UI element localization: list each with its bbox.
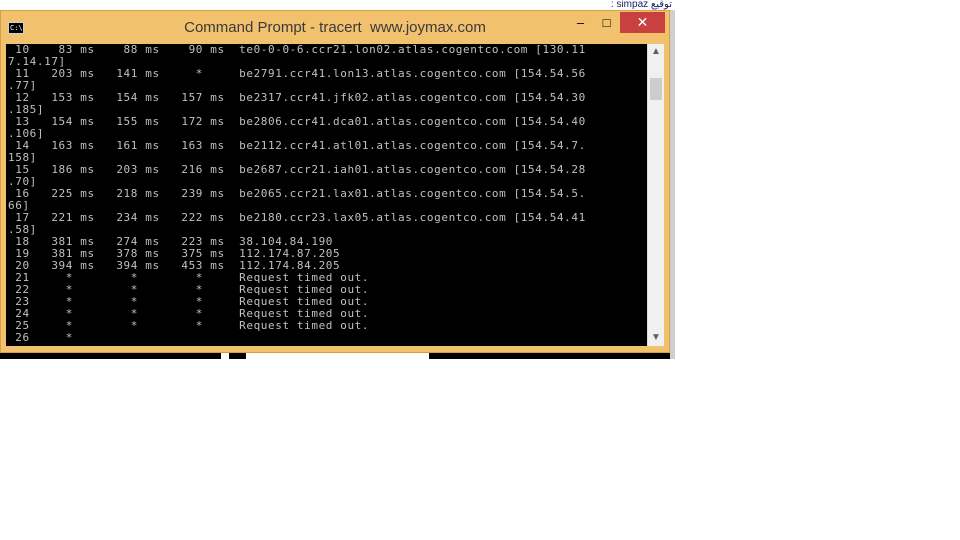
console-text: 10 83 ms 88 ms 90 ms te0-0-0-6.ccr21.lon… (6, 44, 647, 344)
background-edge (670, 10, 675, 359)
console-line: 10 83 ms 88 ms 90 ms te0-0-0-6.ccr21.lon… (15, 44, 586, 56)
console-output[interactable]: 10 83 ms 88 ms 90 ms te0-0-0-6.ccr21.lon… (6, 44, 647, 346)
scroll-thumb[interactable] (650, 78, 662, 100)
console-line: 12 153 ms 154 ms 157 ms be2317.ccr41.jfk… (15, 91, 586, 104)
console-line: 17 221 ms 234 ms 222 ms be2180.ccr23.lax… (15, 211, 586, 224)
scroll-down-arrow-icon[interactable]: ▼ (648, 330, 664, 346)
command-prompt-window[interactable]: C:\. Command Prompt - tracert www.joymax… (0, 10, 670, 353)
console-line: 11 203 ms 141 ms * be2791.ccr41.lon13.at… (15, 67, 586, 80)
console-line: 14 163 ms 161 ms 163 ms be2112.ccr41.atl… (15, 139, 586, 152)
console-line: 13 154 ms 155 ms 172 ms be2806.ccr41.dca… (15, 115, 586, 128)
console-line: 26 * (15, 331, 74, 344)
title-bar[interactable]: C:\. Command Prompt - tracert www.joymax… (1, 11, 669, 45)
vertical-scrollbar[interactable]: ▲ ▼ (647, 44, 664, 346)
close-button[interactable]: ✕ (620, 12, 665, 33)
maximize-button[interactable]: □ (593, 12, 620, 33)
console-line: 16 225 ms 218 ms 239 ms be2065.ccr21.lax… (15, 187, 586, 200)
console-line: 15 186 ms 203 ms 216 ms be2687.ccr21.iah… (15, 163, 586, 176)
minimize-button[interactable]: – (567, 12, 594, 33)
scroll-up-arrow-icon[interactable]: ▲ (648, 44, 664, 60)
top-note-text: توقيع simpaz : (610, 0, 672, 10)
